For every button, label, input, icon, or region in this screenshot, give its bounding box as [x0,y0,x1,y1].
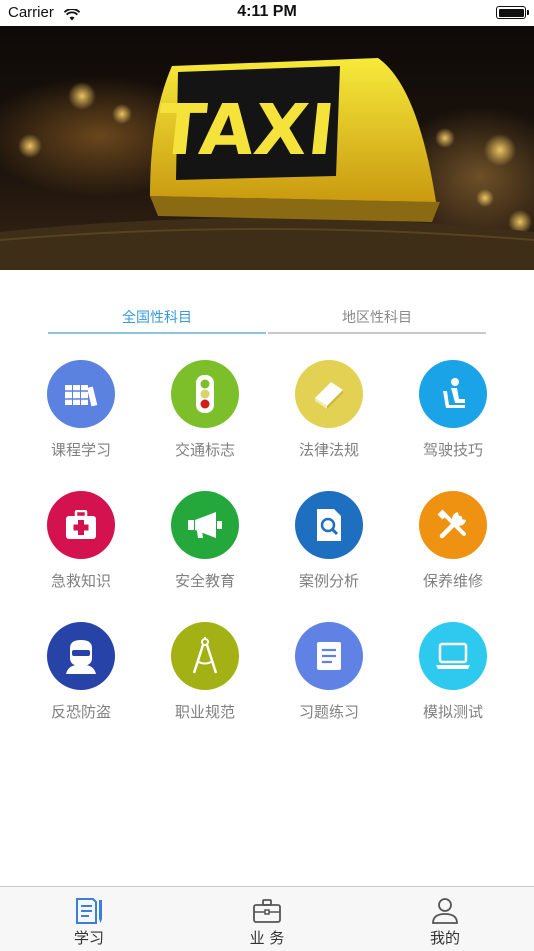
grid-item-label: 反恐防盗 [50,703,111,721]
grid-item-label: 习题练习 [298,703,359,721]
grid-item-label: 案例分析 [298,572,359,590]
status-time: 4:11 PM [237,3,297,20]
grid-item-anti-terror[interactable]: 反恐防盗 [26,622,136,722]
grid-item-label: 保养维修 [422,572,483,590]
grid-item-case-analysis[interactable]: 案例分析 [274,491,384,591]
taxi-sign-text: TAXI [154,89,339,171]
taxi-sign-illustration: TAXI [0,58,534,270]
books-icon [47,360,115,428]
driver-seat-icon [419,360,487,428]
tab-mine[interactable]: 我的 [356,887,534,951]
study-icon [0,897,178,925]
grid-item-professional-norms[interactable]: 职业规范 [150,622,260,722]
grid-item-maintenance[interactable]: 保养维修 [398,491,508,591]
grid-item-label: 法律法规 [298,441,359,459]
subject-tabs: 全国性科目 地区性科目 [48,306,486,334]
grid-item-traffic-signs[interactable]: 交通标志 [150,360,260,460]
traffic-light-icon [171,360,239,428]
tab-study[interactable]: 学习 [0,887,178,951]
first-aid-icon [47,491,115,559]
laptop-icon [419,622,487,690]
briefcase-icon [178,897,356,925]
grid-item-first-aid[interactable]: 急救知识 [26,491,136,591]
banner-image[interactable]: TAXI [0,26,534,270]
tab-business-label: 业 务 [249,929,285,947]
notes-icon [295,622,363,690]
battery-icon [496,6,529,19]
tab-regional-subjects[interactable]: 地区性科目 [268,306,486,334]
grid-item-label: 职业规范 [174,703,235,721]
grid-item-driving-skills[interactable]: 驾驶技巧 [398,360,508,460]
status-bar: Carrier 4:11 PM [0,0,534,26]
grid-item-safety-education[interactable]: 安全教育 [150,491,260,591]
grid-item-exercises[interactable]: 习题练习 [274,622,384,722]
grid-item-label: 急救知识 [50,572,111,590]
grid-item-mock-test[interactable]: 模拟测试 [398,622,508,722]
tab-mine-label: 我的 [429,929,460,947]
grid-item-label: 安全教育 [174,572,235,590]
tab-study-label: 学习 [73,929,104,947]
profile-icon [356,897,534,925]
grid-item-course-study[interactable]: 课程学习 [26,360,136,460]
law-book-icon [295,360,363,428]
tab-business[interactable]: 业 务 [178,887,356,951]
masked-thief-icon [47,622,115,690]
tab-national-subjects[interactable]: 全国性科目 [48,306,266,334]
document-search-icon [295,491,363,559]
compass-icon [171,622,239,690]
grid-item-label: 交通标志 [174,441,235,459]
megaphone-icon [171,491,239,559]
grid-item-label: 模拟测试 [422,703,483,721]
grid-item-label: 驾驶技巧 [422,441,483,459]
grid-item-label: 课程学习 [50,441,111,459]
tools-icon [419,491,487,559]
grid-item-laws-regulations[interactable]: 法律法规 [274,360,384,460]
bottom-tab-bar: 学习 业 务 我的 [0,886,534,951]
